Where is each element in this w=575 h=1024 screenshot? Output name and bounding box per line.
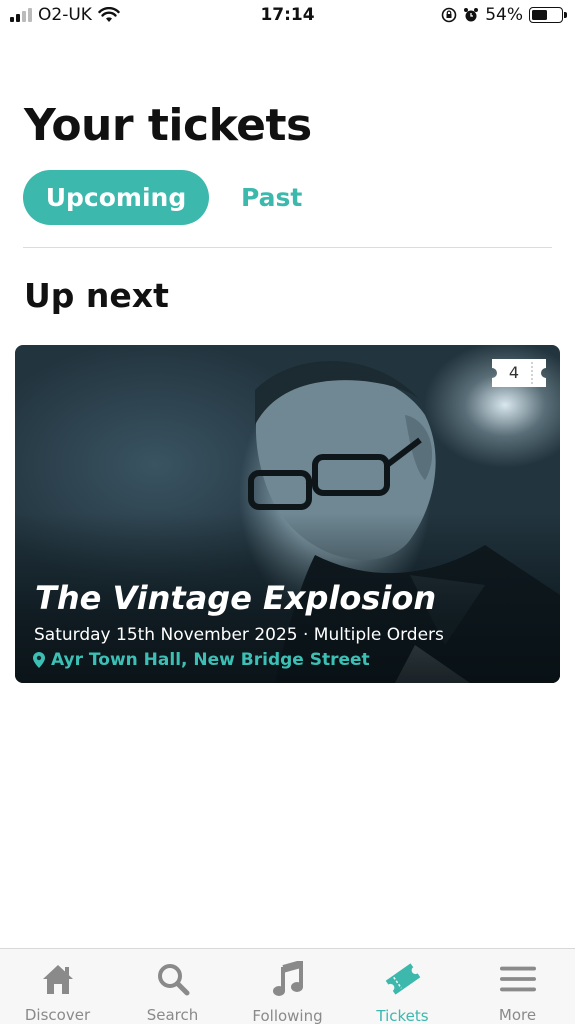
nav-label-discover: Discover: [24, 1006, 91, 1024]
venue-text: Ayr Town Hall, New Bridge Street: [51, 650, 370, 670]
music-note-icon: [270, 961, 306, 997]
nav-search[interactable]: Search: [115, 949, 230, 1024]
nav-following[interactable]: Following: [230, 949, 345, 1024]
battery-percentage: 54%: [485, 5, 523, 25]
nav-label-search: Search: [146, 1006, 199, 1024]
divider: [23, 247, 552, 248]
section-heading: Up next: [24, 276, 169, 315]
event-venue: Ayr Town Hall, New Bridge Street: [33, 650, 370, 670]
event-date-orders: Saturday 15th November 2025 · Multiple O…: [34, 625, 444, 645]
tab-upcoming[interactable]: Upcoming: [23, 170, 209, 225]
nav-label-tickets: Tickets: [376, 1007, 429, 1024]
rotation-lock-icon: [441, 7, 457, 23]
ticket-count-badge: 4: [492, 359, 546, 387]
menu-icon: [499, 961, 536, 996]
ticket-icon: [385, 961, 421, 997]
home-icon: [40, 961, 76, 996]
nav-discover[interactable]: Discover: [0, 949, 115, 1024]
bottom-nav: Discover Search Following Tickets More: [0, 948, 575, 1024]
ticket-tabs: Upcoming Past: [23, 170, 302, 225]
status-bar: O2-UK 17:14 54%: [0, 0, 575, 34]
ticket-count: 4: [508, 363, 520, 382]
nav-label-following: Following: [252, 1007, 323, 1024]
battery-icon: [529, 7, 567, 23]
status-right: 54%: [441, 5, 567, 25]
alarm-icon: [464, 8, 479, 22]
nav-label-more: More: [498, 1006, 537, 1024]
nav-tickets[interactable]: Tickets: [345, 949, 460, 1024]
event-card[interactable]: 4 The Vintage Explosion Saturday 15th No…: [15, 345, 560, 683]
search-icon: [155, 961, 191, 996]
page-title: Your tickets: [24, 100, 312, 151]
event-title: The Vintage Explosion: [35, 579, 437, 617]
tab-past[interactable]: Past: [241, 183, 302, 212]
location-pin-icon: [33, 652, 45, 668]
nav-more[interactable]: More: [460, 949, 575, 1024]
